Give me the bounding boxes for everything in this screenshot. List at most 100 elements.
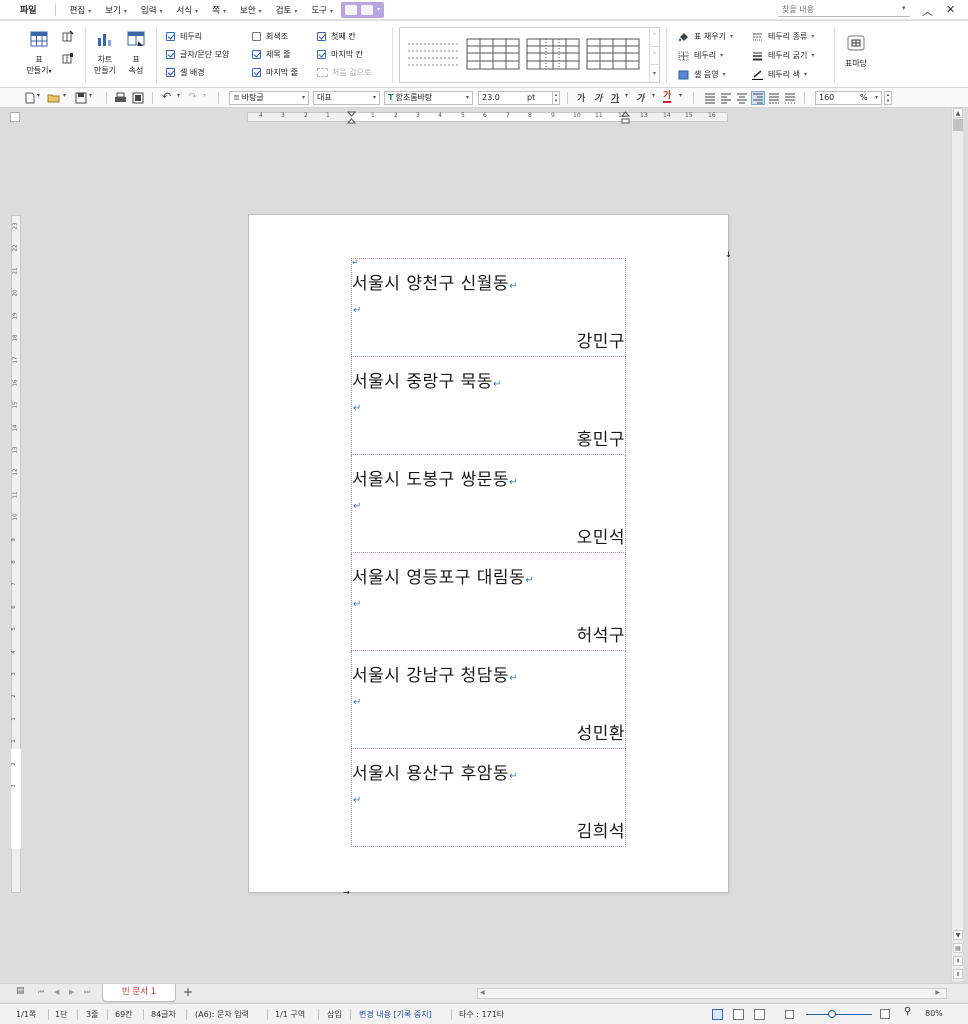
border-type-button[interactable]: 테두리 종류 ▾ [752, 31, 814, 42]
style-select[interactable]: ≣ 바탕글 ▾ [229, 91, 309, 105]
border-button[interactable]: 테두리 ▾ [678, 50, 723, 61]
check-first-col[interactable]: 첫째 칸 [317, 31, 356, 42]
status-track-changes[interactable]: 변경 내용 [기록 중지] [359, 1009, 432, 1020]
left-indent-marker[interactable] [347, 111, 356, 124]
full-page-button[interactable] [754, 1009, 765, 1020]
menu-review[interactable]: 검토 ▾ [276, 4, 298, 16]
menu-page[interactable]: 쪽 ▾ [212, 4, 226, 16]
fit-width-button[interactable] [733, 1009, 744, 1020]
menu-tools[interactable]: 도구 ▾ [311, 4, 333, 16]
vertical-ruler[interactable]: 23 22 21 20 19 18 17 16 15 14 13 12 11 10 9 8 7 6 5 4 3 2 1 1 2 3 [10, 215, 22, 893]
doc-list-icon[interactable]: ▤ [16, 986, 25, 996]
font-size-spinner[interactable]: ▴ ▾ [552, 91, 560, 105]
cell-shade-button[interactable]: 셀 음영 ▾ [678, 69, 726, 80]
chevron-down-icon[interactable]: ▾ [37, 92, 40, 99]
print-preview-icon[interactable] [132, 92, 144, 104]
prev-page-icon[interactable]: ⇞ [953, 956, 963, 966]
chevron-down-icon[interactable]: ˅ [650, 46, 659, 64]
menu-file[interactable]: 파일 [20, 3, 37, 16]
right-indent-marker[interactable] [621, 111, 630, 124]
border-color-button[interactable]: 테두리 색 ▾ [752, 69, 807, 80]
reset-default-button[interactable]: 처음 값으로 [317, 67, 371, 78]
align-left-icon[interactable] [720, 92, 732, 104]
open-folder-icon[interactable] [47, 92, 61, 104]
table-make-button[interactable]: 표 만들기▾ [26, 31, 52, 77]
check-grayscale[interactable]: 회색조 [252, 31, 288, 42]
menu-edit[interactable]: 편집 ▾ [70, 4, 92, 16]
print-icon[interactable] [114, 92, 127, 104]
address-label-table[interactable]: 서울시 양천구 신월동↵ ↵ 강민구 서울시 중랑구 묵동↵ ↵ 홍민구 서울시 도봉구 쌍… [351, 258, 626, 847]
status-insert-mode[interactable]: 삽입 [327, 1009, 342, 1020]
chevron-down-icon[interactable]: ▾ [63, 92, 66, 99]
horizontal-scrollbar[interactable]: ◀ ▶ [477, 988, 947, 999]
bold-button[interactable]: 가 [577, 91, 585, 104]
chevron-down-icon[interactable]: ▾ [89, 92, 92, 99]
align-center-icon[interactable] [736, 92, 748, 104]
table-props-button[interactable]: 표 속성 [124, 31, 148, 76]
chevron-down-icon[interactable]: ▾ [625, 92, 628, 99]
next-page-icon[interactable]: ⇟ [953, 969, 963, 979]
line-spacing-spinner[interactable]: ▴ ▾ [884, 91, 892, 105]
scroll-right-icon[interactable]: ▶ [935, 989, 940, 996]
chevron-down-icon[interactable]: ▾ [652, 92, 655, 99]
page-view-icon[interactable]: ▤ [953, 943, 963, 953]
table-style-plain[interactable] [406, 38, 460, 70]
language-select[interactable]: 대표 ▾ [313, 91, 380, 105]
chevron-up-icon[interactable]: ˄ [650, 28, 659, 46]
next-tab-icon[interactable]: ▶ [69, 988, 74, 996]
zoom-slider-thumb[interactable] [828, 1010, 836, 1018]
chevron-down-icon[interactable]: ▾ [177, 92, 180, 99]
table-style-grid-2[interactable] [526, 38, 580, 70]
document-tab[interactable]: 빈 문서 1 [102, 984, 176, 1002]
status-page[interactable]: 1/1쪽 [16, 1009, 36, 1020]
scroll-down-icon[interactable]: ▼ [953, 930, 963, 940]
menu-view[interactable]: 보기 ▾ [105, 4, 127, 16]
redo-icon[interactable]: ↷ [188, 90, 197, 103]
scroll-up-icon[interactable]: ▲ [953, 108, 963, 118]
font-size-input[interactable]: 23.0pt▾ [478, 91, 559, 105]
close-icon[interactable]: ✕ [946, 3, 955, 16]
table-draw-icon[interactable] [62, 30, 74, 42]
table-style-grid-1[interactable] [466, 38, 520, 70]
label-cell[interactable]: 서울시 양천구 신월동↵ ↵ 강민구 [351, 258, 626, 357]
zoom-in-button[interactable] [880, 1009, 890, 1019]
prev-tab-icon[interactable]: ◀ [54, 988, 59, 996]
ribbon-collapse-icon[interactable]: ︿ [922, 3, 933, 19]
strikethrough-button[interactable]: 가 [636, 91, 644, 104]
label-cell[interactable]: 서울시 중랑구 묵동↵ ↵ 홍민구 [351, 356, 626, 455]
text-color-button[interactable]: 가 [663, 91, 672, 103]
check-last-col[interactable]: 마지막 칸 [317, 49, 363, 60]
undo-icon[interactable]: ↶ [162, 90, 171, 103]
search-icon[interactable]: ⚲ [904, 1006, 911, 1017]
scroll-thumb[interactable] [953, 119, 963, 131]
table-fill-button[interactable]: 표 채우기 ▾ [678, 31, 733, 42]
search-input[interactable] [778, 2, 910, 17]
check-title-row[interactable]: 제목 줄 [252, 49, 291, 60]
check-cell-bg[interactable]: 셀 배경 [166, 67, 205, 78]
table-erase-icon[interactable] [62, 52, 74, 64]
zoom-slider-track[interactable] [806, 1014, 872, 1015]
underline-button[interactable]: 가 [611, 91, 619, 104]
chevron-down-icon[interactable]: ▾ [203, 92, 206, 99]
search-dropdown-icon[interactable]: ▾ [902, 4, 906, 12]
table-context-tab[interactable]: ▾ [341, 1, 385, 18]
align-distribute-icon[interactable] [768, 92, 780, 104]
align-divide-icon[interactable] [784, 92, 796, 104]
menu-insert[interactable]: 입력 ▾ [141, 4, 163, 16]
label-cell[interactable]: 서울시 용산구 후암동↵ ↵ 김희석 [351, 748, 626, 847]
scroll-left-icon[interactable]: ◀ [480, 989, 485, 996]
label-cell[interactable]: 서울시 도봉구 쌍문동↵ ↵ 오민석 [351, 454, 626, 553]
add-tab-button[interactable]: + [179, 985, 197, 1001]
check-last-row[interactable]: 마지막 줄 [252, 67, 298, 78]
check-char-para[interactable]: 글자/문단 모양 [166, 49, 229, 60]
gallery-more-icon[interactable]: ▾ [650, 64, 659, 81]
save-icon[interactable] [75, 92, 87, 104]
chevron-down-icon[interactable]: ▾ [679, 92, 682, 99]
ruler-toggle-button[interactable] [10, 112, 20, 122]
table-style-grid-3[interactable] [586, 38, 640, 70]
vertical-scrollbar[interactable]: ▲ ▼ ▤ ⇞ ⇟ [951, 108, 963, 981]
italic-button[interactable]: 가 [594, 91, 602, 104]
align-justify-icon[interactable] [704, 92, 716, 104]
zoom-level[interactable]: 80% [925, 1009, 943, 1018]
page-view-button[interactable] [712, 1009, 723, 1020]
